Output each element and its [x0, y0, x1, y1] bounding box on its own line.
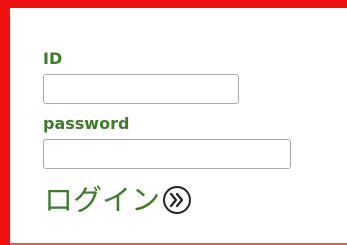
id-input[interactable]: [43, 74, 239, 104]
login-button[interactable]: ログイン: [44, 178, 192, 222]
login-label: ログイン: [44, 183, 161, 217]
password-input[interactable]: [43, 139, 291, 169]
id-label: ID: [43, 49, 63, 68]
login-panel: ID password ログイン: [0, 0, 347, 245]
double-chevron-right-circle-icon: [162, 185, 192, 215]
password-label: password: [43, 114, 130, 133]
